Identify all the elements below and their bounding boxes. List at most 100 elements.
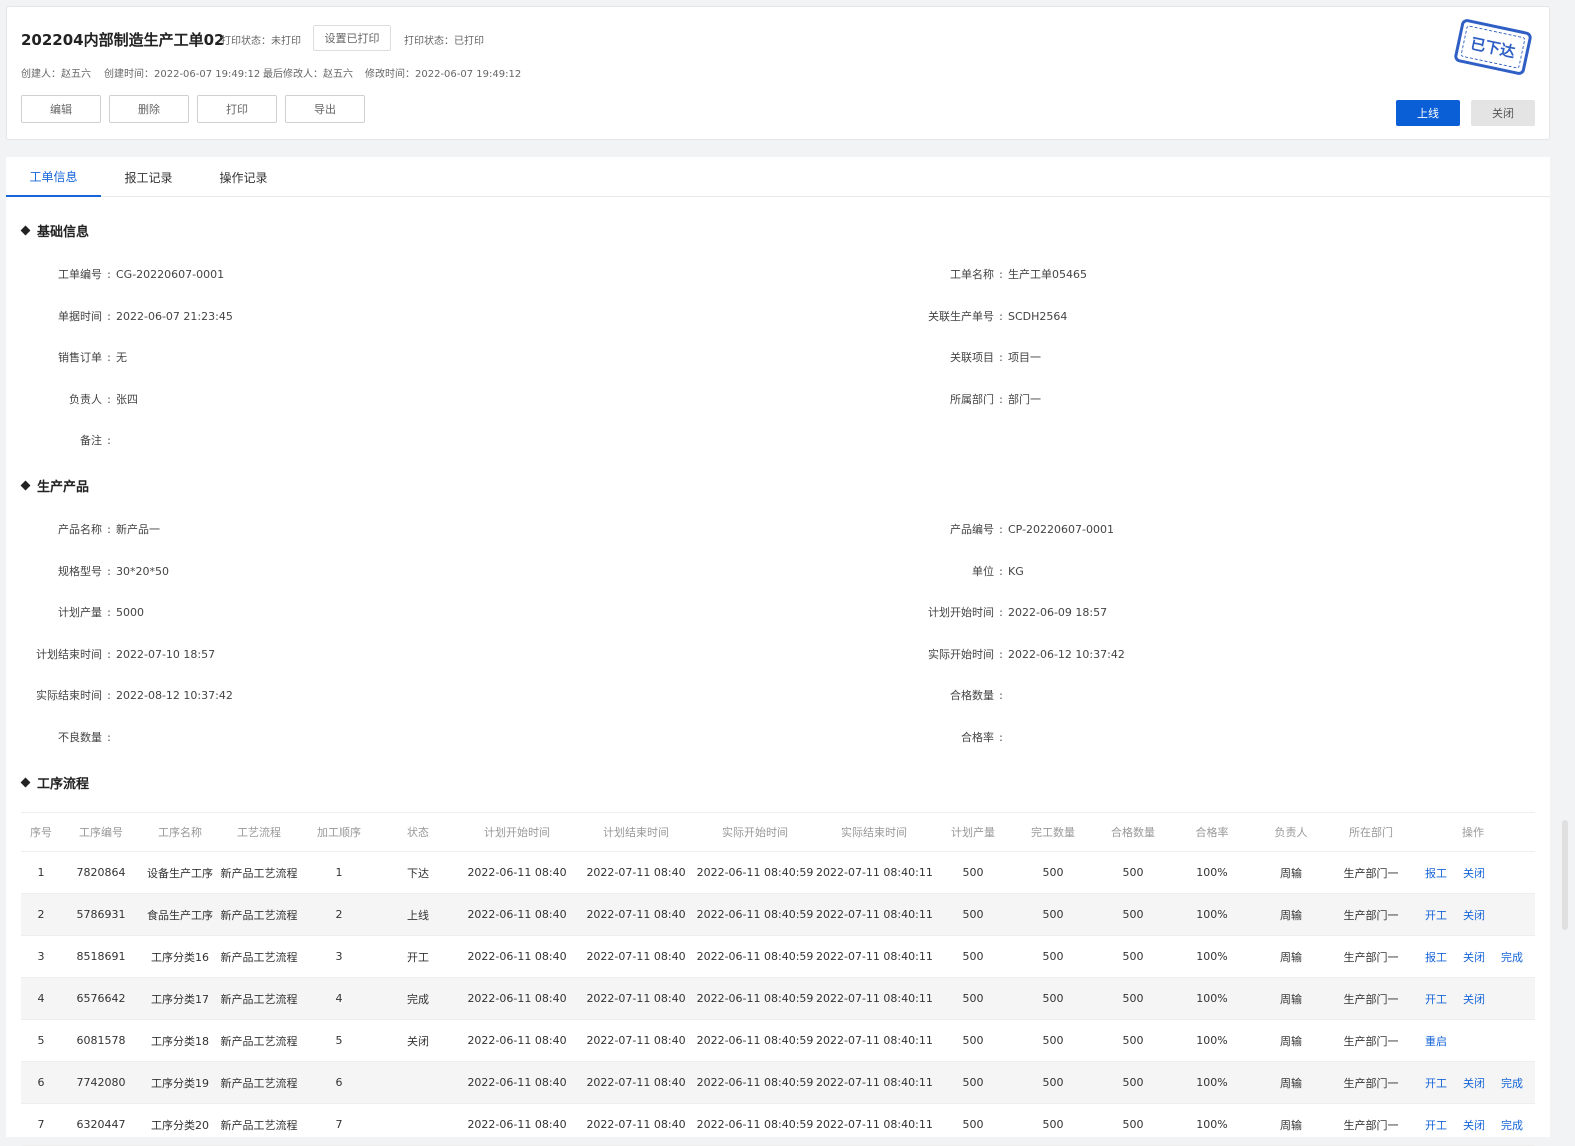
field-pass-rate: 合格率:: [961, 731, 1003, 744]
col-header: 工艺流程: [219, 812, 299, 852]
operation-link[interactable]: 重启: [1425, 1033, 1447, 1049]
table-cell: 2022-06-11 08:40:59: [695, 893, 815, 936]
field-order-code: 工单编号: CG-20220607-0001: [58, 268, 225, 281]
table-cell: 500: [1013, 1019, 1093, 1062]
table-cell: 7: [299, 1103, 379, 1146]
field-sales-order: 销售订单: 无: [58, 351, 127, 364]
table-cell: 3: [21, 935, 61, 978]
operation-link[interactable]: 关闭: [1463, 991, 1485, 1007]
field-pass-qty: 合格数量:: [950, 689, 1003, 702]
field-related-project: 关联项目: 项目一: [950, 351, 1041, 364]
table-cell: 500: [1013, 977, 1093, 1020]
operation-link[interactable]: 开工: [1425, 907, 1447, 923]
table-cell: 关闭: [379, 1019, 457, 1062]
table-cell: 周输: [1251, 935, 1331, 978]
operation-link[interactable]: 完成: [1501, 949, 1523, 965]
table-cell: 周输: [1251, 851, 1331, 894]
operation-link[interactable]: 开工: [1425, 1075, 1447, 1091]
print-status-unprinted: 打印状态：未打印: [221, 36, 301, 47]
field-order-name: 工单名称: 生产工单05465: [950, 268, 1087, 281]
col-header: 负责人: [1251, 812, 1331, 852]
creator: 创建人：赵五六: [21, 69, 91, 80]
operation-cell: 开工 关闭 完成: [1411, 1061, 1535, 1104]
table-cell: 7742080: [61, 1061, 141, 1104]
field-related-production-no: 关联生产单号: SCDH2564: [928, 310, 1068, 323]
field-spec: 规格型号:30*20*50: [58, 565, 169, 578]
tab-operation-records[interactable]: 操作记录: [196, 157, 291, 197]
table-cell: [379, 1103, 457, 1146]
table-cell: 500: [1013, 1103, 1093, 1146]
operation-link[interactable]: 报工: [1425, 949, 1447, 965]
operation-link[interactable]: 关闭: [1463, 949, 1485, 965]
created-time: 创建时间：2022-06-07 19:49:12: [104, 69, 261, 80]
table-row: 3 8518691 工序分类16 新产品工艺流程 3 开工 2022-06-11 08:40…: [21, 935, 1535, 978]
table-cell: 500: [933, 935, 1013, 978]
operation-link[interactable]: 完成: [1501, 1117, 1523, 1133]
table-cell: 500: [1013, 935, 1093, 978]
table-cell: 500: [933, 893, 1013, 936]
section-process-label: 工序流程: [37, 777, 90, 792]
delete-button[interactable]: 删除: [109, 95, 189, 123]
table-cell: 工序分类18: [141, 1019, 219, 1062]
last-modifier: 最后修改人：赵五六: [263, 69, 353, 80]
operation-link[interactable]: 完成: [1501, 1075, 1523, 1091]
operation-link[interactable]: 开工: [1425, 1117, 1447, 1133]
diamond-icon: [20, 225, 31, 236]
modified-time: 修改时间：2022-06-07 19:49:12: [365, 69, 522, 80]
vertical-scrollbar[interactable]: [1562, 820, 1568, 930]
table-cell: 500: [1013, 1061, 1093, 1104]
diamond-icon: [20, 777, 31, 788]
table-cell: 6: [21, 1061, 61, 1104]
operation-link[interactable]: 关闭: [1463, 1117, 1485, 1133]
table-cell: 500: [1093, 1061, 1173, 1104]
operation-link[interactable]: 关闭: [1463, 865, 1485, 881]
export-button[interactable]: 导出: [285, 95, 365, 123]
table-cell: 2022-07-11 08:40: [577, 851, 695, 894]
table-cell: 2022-06-11 08:40:59: [695, 1103, 815, 1146]
table-cell: 500: [933, 851, 1013, 894]
table-cell: 500: [933, 1019, 1013, 1062]
field-plan-end: 计划结束时间:2022-07-10 18:57: [36, 648, 216, 661]
table-cell: 2022-07-11 08:40: [577, 1019, 695, 1062]
table-row: 7 6320447 工序分类20 新产品工艺流程 7 2022-06-11 08:40 20…: [21, 1103, 1535, 1146]
table-cell: 新产品工艺流程: [219, 935, 299, 978]
col-header: 加工顺序: [299, 812, 379, 852]
table-row: 1 7820864 设备生产工序 新产品工艺流程 1 下达 2022-06-11 08:40…: [21, 851, 1535, 894]
section-product-label: 生产产品: [37, 480, 90, 495]
table-cell: 2022-07-11 08:40: [577, 977, 695, 1020]
operation-link[interactable]: 开工: [1425, 991, 1447, 1007]
field-product-code: 产品编号: CP-20220607-0001: [950, 523, 1114, 536]
close-button[interactable]: 关闭: [1471, 100, 1535, 126]
table-cell: 7: [21, 1103, 61, 1146]
edit-button[interactable]: 编辑: [21, 95, 101, 123]
online-button[interactable]: 上线: [1396, 100, 1460, 126]
table-cell: 2022-06-11 08:40: [457, 1103, 577, 1146]
table-cell: 2022-06-11 08:40: [457, 977, 577, 1020]
table-cell: 500: [1093, 935, 1173, 978]
col-header: 计划结束时间: [577, 812, 695, 852]
table-cell: 100%: [1173, 851, 1251, 894]
stamp-text: 已下达: [1469, 34, 1517, 61]
table-cell: 开工: [379, 935, 457, 978]
print-button[interactable]: 打印: [197, 95, 277, 123]
operation-link[interactable]: 报工: [1425, 865, 1447, 881]
table-row: 4 6576642 工序分类17 新产品工艺流程 4 完成 2022-06-11 08:40…: [21, 977, 1535, 1020]
table-cell: 500: [1093, 851, 1173, 894]
set-printed-button[interactable]: 设置已打印: [313, 25, 391, 51]
table-cell: 工序分类19: [141, 1061, 219, 1104]
field-owner: 负责人: 张四: [69, 393, 138, 406]
table-cell: 食品生产工序: [141, 893, 219, 936]
table-cell: 生产部门一: [1331, 893, 1411, 936]
tab-report-records[interactable]: 报工记录: [101, 157, 196, 197]
field-plan-start: 计划开始时间:2022-06-09 18:57: [928, 606, 1108, 619]
table-cell: 设备生产工序: [141, 851, 219, 894]
col-header: 合格率: [1173, 812, 1251, 852]
tab-order-info[interactable]: 工单信息: [6, 157, 101, 197]
table-cell: 工序分类17: [141, 977, 219, 1020]
table-cell: 2022-06-11 08:40:59: [695, 935, 815, 978]
table-cell: 1: [21, 851, 61, 894]
operation-link[interactable]: 关闭: [1463, 1075, 1485, 1091]
col-header: 计划开始时间: [457, 812, 577, 852]
field-actual-start: 实际开始时间:2022-06-12 10:37:42: [928, 648, 1125, 661]
operation-link[interactable]: 关闭: [1463, 907, 1485, 923]
